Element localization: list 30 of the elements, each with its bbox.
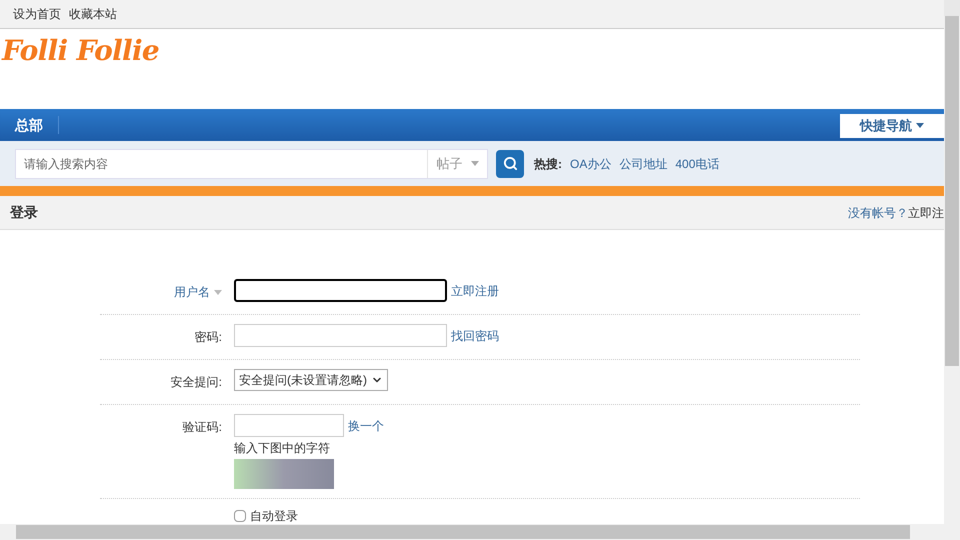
horizontal-scrollbar[interactable] — [0, 524, 960, 540]
caret-icon — [470, 161, 478, 166]
field-label: 用户名 — [174, 284, 210, 301]
auto-login-label: 自动登录 — [250, 508, 298, 524]
select-field[interactable]: 安全提问(未设置请忽略) — [234, 369, 388, 391]
quick-nav-button[interactable]: 快捷导航 — [840, 114, 944, 138]
link[interactable]: 换一个 — [348, 416, 384, 434]
register-link[interactable]: 立即注 — [908, 204, 944, 222]
input-field[interactable] — [234, 279, 447, 302]
caret-icon[interactable] — [214, 290, 222, 294]
hot-search-link[interactable]: 公司地址 — [619, 154, 668, 172]
checkbox[interactable] — [234, 510, 246, 522]
hot-search-label: 热搜: — [534, 156, 562, 172]
login-title: 登录 — [10, 203, 38, 222]
vertical-scrollbar[interactable] — [944, 0, 960, 524]
captcha-hint: 输入下图中的字符 — [234, 440, 331, 457]
top-link[interactable]: 设为首页 — [13, 5, 61, 23]
caret-icon — [916, 123, 924, 128]
field-label: 安全提问: — [170, 374, 222, 391]
field-label: 密码: — [194, 329, 222, 346]
search-button[interactable] — [496, 150, 524, 178]
register-prompt-link[interactable]: 没有帐号？ — [848, 204, 908, 222]
search-icon — [502, 156, 518, 171]
top-link[interactable]: 收藏本站 — [69, 5, 117, 23]
link[interactable]: 立即注册 — [451, 282, 499, 300]
hot-search-link[interactable]: 400电话 — [675, 154, 720, 172]
link[interactable]: 找回密码 — [451, 326, 499, 344]
field-label: 验证码: — [182, 419, 222, 436]
hot-search-link[interactable]: OA办公 — [570, 154, 612, 172]
nav-item[interactable]: 总部 — [0, 116, 59, 134]
